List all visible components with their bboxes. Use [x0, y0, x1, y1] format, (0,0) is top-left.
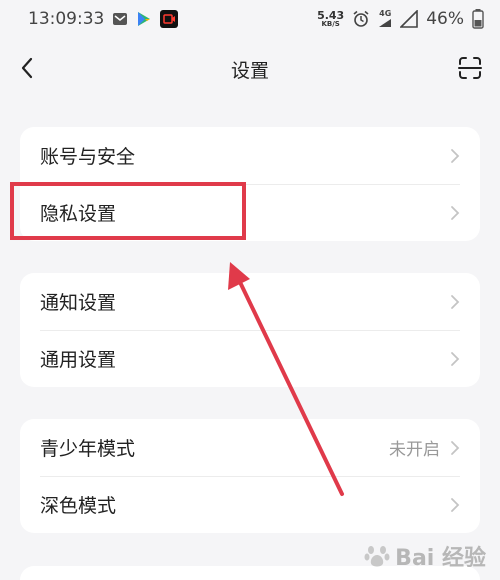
watermark: Bai 经验	[363, 540, 486, 572]
watermark-text: Bai 经验	[395, 546, 486, 571]
baidu-paw-icon	[364, 546, 390, 567]
annotation-arrow	[228, 262, 344, 496]
